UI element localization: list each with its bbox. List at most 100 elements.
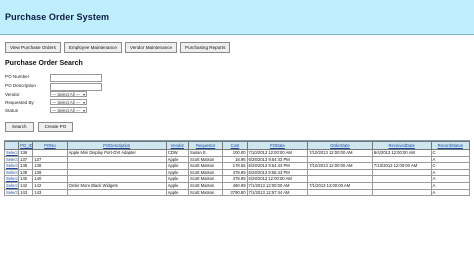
table-cell: 138 bbox=[18, 162, 34, 170]
table-row: Select 138 138 Apple Scott Matson 178.55… bbox=[3, 162, 470, 170]
requested-by-select[interactable]: --- Select All --- ▾ bbox=[50, 99, 87, 105]
table-cell: 8/4/2013 12:00:00 AM bbox=[371, 149, 432, 157]
nav-employee-maintenance[interactable]: Employee Maintenance bbox=[63, 42, 122, 53]
table-cell: 6/28/2013 9:54:43 PM bbox=[246, 155, 309, 164]
column-header[interactable]: Requestor bbox=[187, 141, 224, 150]
table-cell bbox=[307, 155, 373, 164]
table-cell: 136 bbox=[32, 149, 68, 157]
table-cell: C bbox=[430, 162, 470, 170]
table-cell: Scott Matson bbox=[187, 188, 224, 197]
column-header[interactable]: ReceivedDate bbox=[371, 141, 432, 150]
column-header[interactable]: PODate bbox=[246, 141, 309, 150]
create-po-button[interactable]: Create PO bbox=[37, 122, 74, 132]
table-cell: 142 bbox=[32, 181, 68, 190]
table-cell: CDW bbox=[165, 149, 189, 157]
table-cell: Apple bbox=[165, 162, 189, 170]
table-cell bbox=[371, 188, 432, 197]
vendor-select[interactable]: --- Select All --- ▾ bbox=[50, 91, 87, 97]
table-cell bbox=[66, 168, 167, 177]
table-cell: A bbox=[430, 175, 470, 183]
status-label: Status bbox=[5, 108, 19, 113]
table-cell: 139 bbox=[32, 168, 68, 177]
table-row: Select 140 140 Apple Scott Matson 478.99… bbox=[3, 175, 470, 183]
nav-purchasing-reports[interactable]: Purchasing Reports bbox=[180, 42, 231, 53]
table-cell: 7/1/2013 12:00:00 AM bbox=[307, 181, 373, 190]
search-actions: Search Create PO bbox=[5, 122, 74, 132]
table-row: Select 137 137 Apple Scott Matson 18.95 … bbox=[3, 155, 470, 164]
table-cell: 178.55 bbox=[222, 162, 248, 170]
table-cell: 7/10/2013 12:00:00 AM bbox=[371, 162, 432, 170]
table-cell: Apple bbox=[165, 155, 189, 164]
table-cell: C bbox=[430, 149, 470, 157]
table-row: Select 142 142 Order More Black Widgets … bbox=[3, 181, 470, 190]
table-cell: Scott Matson bbox=[187, 162, 224, 170]
table-cell: A bbox=[430, 155, 470, 164]
select-link[interactable]: Select bbox=[3, 168, 20, 177]
purchase-order-grid: PO_ID PONo PODescription Vendor Requesto… bbox=[3, 141, 470, 197]
column-header[interactable]: Vendor bbox=[165, 141, 189, 150]
table-cell: 136 bbox=[18, 149, 34, 157]
nav-vendor-maintenance[interactable]: Vendor Maintenance bbox=[124, 42, 178, 53]
requested-by-label: Requested By bbox=[5, 100, 34, 105]
table-cell: 7/1/2013 12:00:00 AM bbox=[246, 181, 309, 190]
po-description-label: PO Description bbox=[5, 83, 36, 88]
select-link[interactable]: Select bbox=[3, 188, 20, 197]
select-link[interactable]: Select bbox=[3, 175, 20, 183]
chevron-down-icon: ▾ bbox=[82, 100, 85, 105]
table-cell: Order More Black Widgets bbox=[66, 181, 167, 190]
nav-view-purchase-orders[interactable]: View Purchase Orders bbox=[5, 42, 61, 53]
select-column-header bbox=[3, 141, 20, 150]
select-link[interactable]: Select bbox=[3, 155, 20, 164]
status-select-value: --- Select All --- bbox=[52, 108, 80, 113]
table-cell: 140 bbox=[18, 175, 34, 183]
select-link[interactable]: Select bbox=[3, 162, 20, 170]
table-cell: Apple Mini Display Port-DVI Adapter bbox=[66, 149, 167, 157]
po-number-label: PO Number bbox=[5, 74, 30, 79]
table-cell: A bbox=[430, 188, 470, 197]
table-cell: 143 bbox=[32, 188, 68, 197]
table-cell: 478.99 bbox=[222, 175, 248, 183]
table-cell: 7/10/2013 12:00:00 AM bbox=[307, 162, 373, 170]
table-cell: Apple bbox=[165, 168, 189, 177]
table-cell bbox=[371, 175, 432, 183]
table-cell bbox=[66, 162, 167, 170]
po-number-input[interactable] bbox=[50, 74, 102, 82]
table-cell bbox=[371, 168, 432, 177]
table-cell: A bbox=[430, 181, 470, 190]
table-cell: 142 bbox=[18, 181, 34, 190]
column-header[interactable]: PO_ID bbox=[18, 141, 34, 150]
table-cell: Susan E. bbox=[187, 149, 224, 157]
table-cell bbox=[66, 188, 167, 197]
table-cell: 7/1/2013 12:57:44 AM bbox=[246, 188, 309, 197]
po-description-input[interactable] bbox=[50, 83, 102, 91]
column-header[interactable]: PODescription bbox=[66, 141, 167, 150]
search-button[interactable]: Search bbox=[5, 122, 34, 132]
table-cell: 6/29/2013 9:55:43 PM bbox=[246, 168, 309, 177]
column-header[interactable]: OrderDate bbox=[307, 141, 373, 150]
page: Purchase Order System View Purchase Orde… bbox=[0, 0, 474, 266]
select-link[interactable]: Select bbox=[3, 149, 20, 157]
table-cell bbox=[66, 155, 167, 164]
table-cell bbox=[66, 175, 167, 183]
column-header[interactable]: PONo bbox=[32, 141, 68, 150]
table-cell: Scott Matson bbox=[187, 168, 224, 177]
table-cell: 3790.50 bbox=[222, 188, 248, 197]
table-cell: 137 bbox=[18, 155, 34, 164]
table-cell: 139 bbox=[18, 168, 34, 177]
status-select[interactable]: --- Select All --- ▾ bbox=[50, 107, 87, 113]
table-cell: 460.99 bbox=[222, 181, 248, 190]
vendor-label: Vendor bbox=[5, 92, 20, 97]
table-cell: Scott Matson bbox=[187, 181, 224, 190]
column-header[interactable]: Cost bbox=[222, 141, 248, 150]
grid-header-row: PO_ID PONo PODescription Vendor Requesto… bbox=[3, 141, 470, 150]
table-cell: A bbox=[430, 168, 470, 177]
column-header[interactable]: RecordStatus bbox=[430, 141, 470, 150]
select-link[interactable]: Select bbox=[3, 181, 20, 190]
requested-by-select-value: --- Select All --- bbox=[52, 100, 80, 105]
table-cell: Scott Matson bbox=[187, 175, 224, 183]
table-cell: 138 bbox=[32, 162, 68, 170]
search-section-title: Purchase Order Search bbox=[5, 60, 83, 67]
app-header: Purchase Order System bbox=[0, 0, 474, 35]
table-cell: 137 bbox=[32, 155, 68, 164]
vendor-select-value: --- Select All --- bbox=[52, 92, 80, 97]
